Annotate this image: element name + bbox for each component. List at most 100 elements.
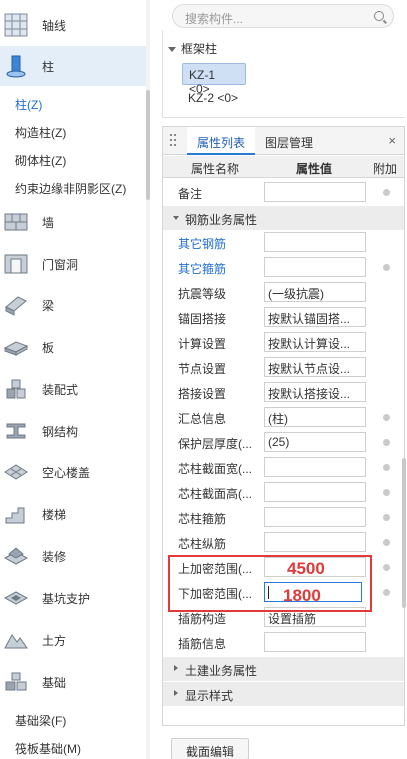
property-value[interactable]: (柱) (264, 407, 366, 427)
scrollbar-thumb[interactable] (402, 458, 406, 608)
sub-item-column-z[interactable]: 柱(Z) (15, 96, 42, 113)
nav-item-beam[interactable]: 梁 (0, 285, 146, 325)
drag-handle-icon[interactable] (170, 134, 178, 148)
component-panel: 搜索构件... 框架柱 KZ-1 <0> KZ-2 <0> 属性列表 图层管理 … (160, 0, 407, 759)
property-name: 插筋构造 (178, 612, 227, 626)
property-value[interactable]: 按默认节点设... (264, 357, 366, 377)
nav-item-pit-support[interactable]: 基坑支护 (0, 578, 146, 618)
nav-item-column[interactable]: 柱 (0, 46, 146, 86)
property-name: 节点设置 (178, 362, 227, 376)
tab-property-list[interactable]: 属性列表 (187, 127, 255, 155)
panel-scrollbar[interactable] (402, 178, 406, 648)
property-value[interactable]: 按默认搭接设... (264, 382, 366, 402)
attach-checkbox[interactable] (383, 564, 390, 571)
property-name: 汇总信息 (178, 412, 227, 426)
group-label: 土建业务属性 (185, 664, 258, 678)
prefab-icon (6, 379, 26, 399)
header-name: 属性名称 (191, 162, 240, 176)
collapse-arrow-icon[interactable] (173, 216, 179, 220)
expand-arrow-icon[interactable] (168, 47, 176, 53)
attach-checkbox[interactable] (383, 489, 390, 496)
nav-item-hollow-floor[interactable]: 空心楼盖 (0, 452, 146, 492)
slab-icon (4, 341, 28, 356)
annotation-lower-value: 1800 (283, 586, 321, 605)
property-value[interactable] (264, 482, 366, 502)
property-name: 备注 (178, 187, 203, 201)
property-value[interactable]: (一级抗震) (264, 282, 366, 302)
property-value[interactable] (264, 182, 366, 202)
nav-item-label: 装配式 (42, 382, 79, 397)
property-row: 插筋信息 (163, 630, 404, 655)
nav-item-stair[interactable]: 楼梯 (0, 494, 146, 534)
nav-item-decoration[interactable]: 装修 (0, 536, 146, 576)
property-row: 搭接设置 按默认搭接设... (163, 380, 404, 405)
attach-checkbox[interactable] (383, 264, 390, 271)
property-value[interactable] (264, 457, 366, 477)
tab-layer-management[interactable]: 图层管理 (259, 127, 319, 155)
tree-node-kz1[interactable]: KZ-1 <0> (182, 63, 246, 96)
property-value[interactable] (264, 532, 366, 552)
annotation-upper-value: 4500 (287, 559, 325, 578)
attach-checkbox[interactable] (383, 539, 390, 546)
nav-item-foundation[interactable]: 基础 (0, 662, 146, 702)
nav-item-label: 基础 (42, 675, 67, 690)
property-value[interactable] (264, 507, 366, 527)
group-civil-properties[interactable]: 土建业务属性 (163, 657, 404, 681)
nav-item-label: 墙 (42, 215, 55, 230)
header-value: 属性值 (296, 162, 333, 176)
tree-root-label: 框架柱 (181, 42, 218, 56)
foundation-icon (5, 672, 27, 691)
nav-item-label: 土方 (42, 633, 67, 648)
nav-item-label: 柱 (42, 59, 55, 74)
sub-item-constructional-column[interactable]: 构造柱(Z) (15, 124, 66, 141)
attach-checkbox[interactable] (383, 514, 390, 521)
scrollbar-thumb[interactable] (146, 90, 150, 200)
component-nav: 轴线 柱 柱(Z) 构造柱(Z) 砌体柱(Z) 约束边缘非阴影区(Z) 墙 门窗… (0, 0, 150, 759)
left-scrollbar[interactable] (146, 0, 150, 759)
group-label: 显示样式 (185, 689, 234, 703)
sub-item-raft-foundation[interactable]: 筏板基础(M) (15, 740, 81, 757)
decoration-icon (4, 547, 28, 565)
attach-checkbox[interactable] (383, 439, 390, 446)
property-name: 插筋信息 (178, 637, 227, 651)
nav-item-steel[interactable]: 钢结构 (0, 411, 146, 451)
search-icon[interactable] (374, 11, 384, 21)
close-icon[interactable]: × (388, 133, 396, 148)
attach-checkbox[interactable] (383, 414, 390, 421)
group-display-style[interactable]: 显示样式 (163, 682, 404, 706)
property-name: 其它箍筋 (178, 262, 227, 276)
property-name: 芯柱截面宽(... (178, 462, 252, 476)
property-value[interactable] (264, 632, 366, 652)
sub-item-constraint-edge[interactable]: 约束边缘非阴影区(Z) (15, 180, 126, 197)
property-row: 芯柱纵筋 (163, 530, 404, 555)
beam-icon (5, 296, 27, 316)
group-rebar-properties[interactable]: 钢筋业务属性 (163, 206, 404, 230)
attach-checkbox[interactable] (383, 589, 390, 596)
tree-node-kz2[interactable]: KZ-2 <0> (182, 87, 246, 109)
property-value[interactable]: 按默认计算设... (264, 332, 366, 352)
sub-item-masonry-column[interactable]: 砌体柱(Z) (15, 152, 66, 169)
search-input[interactable]: 搜索构件... (172, 4, 394, 28)
search-placeholder: 搜索构件... (185, 12, 244, 26)
property-grid-header: 属性名称 属性值 附加 (163, 156, 404, 178)
expand-arrow-icon[interactable] (174, 690, 178, 696)
property-value[interactable]: (25) (264, 432, 366, 452)
attach-checkbox[interactable] (383, 464, 390, 471)
nav-item-door-window[interactable]: 门窗洞 (0, 244, 146, 284)
nav-item-earthwork[interactable]: 土方 (0, 620, 146, 660)
sub-item-foundation-beam[interactable]: 基础梁(F) (15, 712, 66, 729)
property-value[interactable] (264, 232, 366, 252)
header-extra: 附加 (373, 162, 398, 176)
attach-checkbox[interactable] (383, 189, 390, 196)
nav-item-axis[interactable]: 轴线 (0, 5, 146, 45)
expand-arrow-icon[interactable] (174, 665, 178, 671)
property-row: 芯柱截面宽(... (163, 455, 404, 480)
nav-item-prefab[interactable]: 装配式 (0, 369, 146, 409)
tree-root-frame-column[interactable]: 框架柱 (168, 40, 217, 57)
nav-item-slab[interactable]: 板 (0, 327, 146, 367)
nav-item-wall[interactable]: 墙 (0, 202, 146, 242)
property-value[interactable] (264, 257, 366, 277)
property-value[interactable]: 按默认锚固搭... (264, 307, 366, 327)
property-row: 其它箍筋 (163, 255, 404, 280)
section-edit-button[interactable]: 截面编辑 (171, 738, 249, 759)
